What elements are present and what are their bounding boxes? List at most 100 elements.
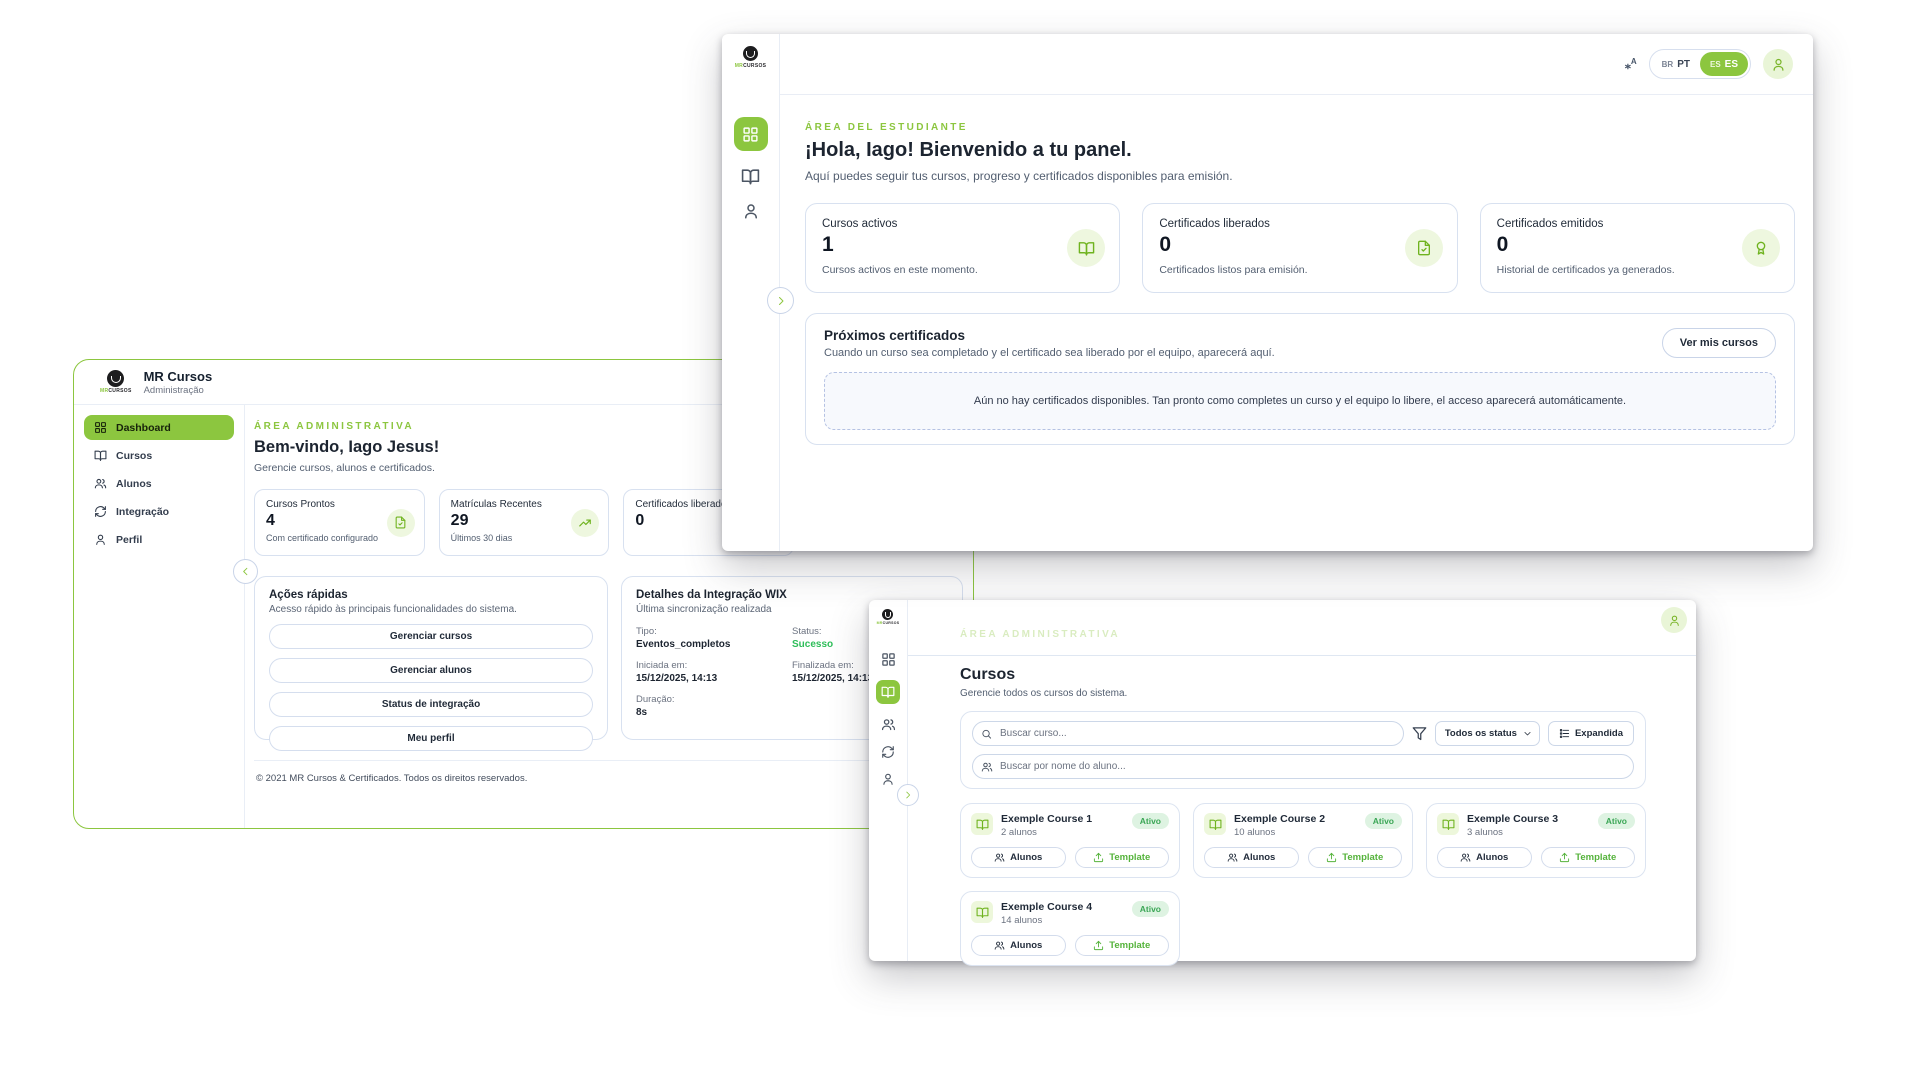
- lang-es-button[interactable]: ES ES: [1700, 52, 1748, 76]
- translate-icon: ⁎A: [1625, 57, 1637, 72]
- view-my-courses-button[interactable]: Ver mis cursos: [1662, 328, 1776, 358]
- course-template-button[interactable]: Template: [1075, 847, 1170, 868]
- course-students: 3 alunos: [1467, 827, 1558, 838]
- sidebar-item-label: Integração: [116, 506, 169, 518]
- admin-courses-window: MRCURSOS ÁREA ADMINISTRATIVA Cursos Gere…: [869, 600, 1696, 961]
- sidebar-collapse-button[interactable]: [233, 559, 258, 584]
- status-badge: Ativo: [1132, 901, 1169, 917]
- book-open-icon: [1067, 229, 1105, 267]
- language-switcher: BR PT ES ES: [1649, 49, 1751, 79]
- student-dashboard-window: MRCURSOS ⁎A BR PT ES ES: [722, 34, 1813, 551]
- status-badge: Ativo: [1598, 813, 1635, 829]
- file-check-icon: [1405, 229, 1443, 267]
- filter-icon[interactable]: [1412, 726, 1427, 741]
- course-students-button[interactable]: Alunos: [971, 935, 1066, 956]
- courses-header: ÁREA ADMINISTRATIVA: [908, 600, 1696, 656]
- sidebar-item-dashboard[interactable]: Dashboard: [84, 415, 234, 440]
- sidebar-expand-button[interactable]: [767, 287, 794, 314]
- sidebar-item-alunos[interactable]: [881, 717, 896, 732]
- sidebar-item-label: Dashboard: [116, 422, 171, 434]
- admin-sidebar: Dashboard Cursos Alunos Integração Perfi…: [74, 405, 245, 828]
- sidebar-expand-button[interactable]: [897, 784, 919, 806]
- book-icon: [1204, 813, 1226, 835]
- users-icon: [94, 477, 107, 490]
- avatar[interactable]: [1763, 49, 1793, 79]
- page-subtitle: Gerencie todos os cursos do sistema.: [960, 688, 1646, 699]
- app-title: MR Cursos: [144, 369, 213, 384]
- chevron-right-icon: [903, 790, 913, 800]
- sidebar-item-perfil[interactable]: [881, 772, 895, 786]
- grid-icon: [742, 126, 759, 143]
- manage-students-button[interactable]: Gerenciar alunos: [269, 658, 593, 683]
- lang-pt-button[interactable]: BR PT: [1652, 59, 1700, 70]
- award-icon: [1742, 229, 1780, 267]
- search-icon: [981, 728, 992, 739]
- upload-icon: [1559, 852, 1570, 863]
- upload-icon: [1326, 852, 1337, 863]
- view-toggle-button[interactable]: Expandida: [1548, 721, 1634, 746]
- book-icon: [1437, 813, 1459, 835]
- sidebar-item-perfil[interactable]: [742, 202, 760, 220]
- book-icon: [971, 813, 993, 835]
- status-filter-select[interactable]: Todos os status: [1435, 721, 1540, 746]
- field-duracao: Duração: 8s: [636, 694, 792, 718]
- course-students-button[interactable]: Alunos: [971, 847, 1066, 868]
- student-main: ÁREA DEL ESTUDIANTE ¡Hola, Iago! Bienven…: [805, 95, 1795, 445]
- course-template-button[interactable]: Template: [1075, 935, 1170, 956]
- student-search-input[interactable]: [972, 754, 1634, 779]
- sidebar-item-integracao[interactable]: [881, 745, 895, 759]
- course-card: Exemple Course 1 2 alunos Ativo Alunos T…: [960, 803, 1180, 878]
- logo-wordmark: MRCURSOS: [877, 621, 900, 625]
- users-icon: [1460, 852, 1471, 863]
- stat-card-certificados-liberados: Certificados liberados 0 Certificados li…: [1142, 203, 1457, 293]
- course-title: Exemple Course 4: [1001, 901, 1092, 913]
- book-icon: [881, 685, 895, 699]
- refresh-icon: [94, 505, 107, 518]
- course-students: 14 alunos: [1001, 915, 1092, 926]
- integration-status-button[interactable]: Status de integração: [269, 692, 593, 717]
- users-icon: [994, 940, 1005, 951]
- admin-stats-row: Cursos Prontos 4 Com certificado configu…: [254, 489, 794, 556]
- users-icon: [981, 761, 993, 773]
- status-badge: Ativo: [1365, 813, 1402, 829]
- course-template-button[interactable]: Template: [1541, 847, 1636, 868]
- sidebar-item-label: Alunos: [116, 478, 152, 490]
- brand-logo: MRCURSOS: [735, 46, 767, 69]
- course-card: Exemple Course 2 10 alunos Ativo Alunos …: [1193, 803, 1413, 878]
- course-card: Exemple Course 4 14 alunos Ativo Alunos …: [960, 891, 1180, 966]
- upload-icon: [1093, 852, 1104, 863]
- course-grid: Exemple Course 1 2 alunos Ativo Alunos T…: [960, 803, 1646, 966]
- course-search-input[interactable]: [972, 721, 1404, 746]
- course-card: Exemple Course 3 3 alunos Ativo Alunos T…: [1426, 803, 1646, 878]
- my-profile-button[interactable]: Meu perfil: [269, 726, 593, 751]
- logo-icon: [882, 609, 893, 620]
- section-eyebrow: ÁREA DEL ESTUDIANTE: [805, 122, 1795, 133]
- course-students-button[interactable]: Alunos: [1204, 847, 1299, 868]
- book-icon: [971, 901, 993, 923]
- logo-wordmark: MRCURSOS: [735, 63, 767, 69]
- sidebar-item-dashboard[interactable]: [734, 117, 768, 151]
- sidebar-item-cursos[interactable]: Cursos: [84, 443, 234, 468]
- courses-main: Cursos Gerencie todos os cursos do siste…: [960, 656, 1646, 966]
- sidebar-item-label: Perfil: [116, 534, 142, 546]
- manage-courses-button[interactable]: Gerenciar cursos: [269, 624, 593, 649]
- stat-card-cursos-prontos: Cursos Prontos 4 Com certificado configu…: [254, 489, 425, 556]
- search-filter-panel: Todos os status Expandida: [960, 711, 1646, 789]
- logo-wordmark: MRCURSOS: [100, 388, 132, 394]
- course-title: Exemple Course 2: [1234, 813, 1325, 825]
- grid-icon: [94, 421, 107, 434]
- field-iniciada: Iniciada em: 15/12/2025, 14:13: [636, 660, 792, 684]
- sidebar-item-integracao[interactable]: Integração: [84, 499, 234, 524]
- user-icon: [1668, 614, 1681, 627]
- file-check-icon: [387, 509, 415, 537]
- copyright-footer: © 2021 MR Cursos & Certificados. Todos o…: [254, 761, 963, 784]
- course-template-button[interactable]: Template: [1308, 847, 1403, 868]
- sidebar-item-cursos[interactable]: [741, 167, 760, 186]
- sidebar-item-alunos[interactable]: Alunos: [84, 471, 234, 496]
- avatar[interactable]: [1661, 607, 1687, 633]
- sidebar-item-dashboard[interactable]: [881, 652, 896, 667]
- sidebar-item-cursos[interactable]: [876, 680, 900, 704]
- course-students-button[interactable]: Alunos: [1437, 847, 1532, 868]
- page-subtitle: Aquí puedes seguir tus cursos, progreso …: [805, 169, 1795, 183]
- sidebar-item-perfil[interactable]: Perfil: [84, 527, 234, 552]
